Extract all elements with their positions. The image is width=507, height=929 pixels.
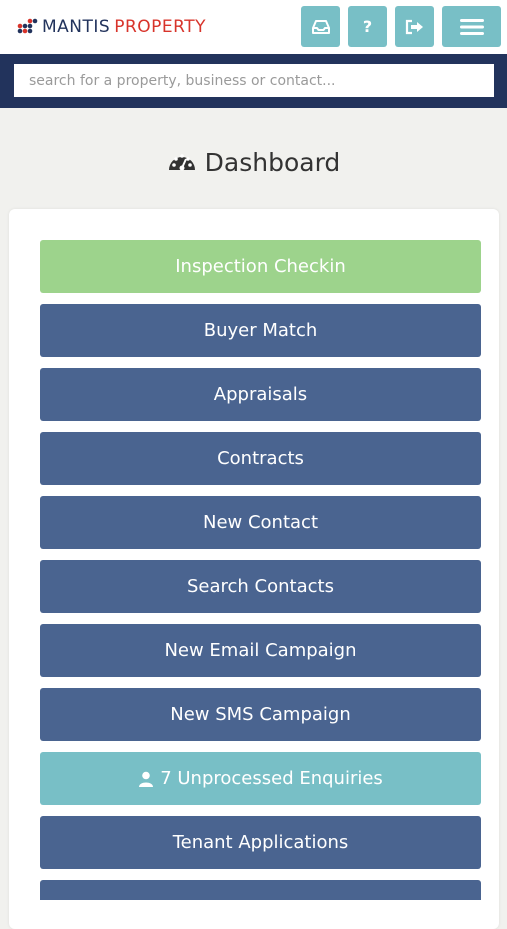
button-label: Inspection Checkin: [175, 256, 346, 277]
menu-button[interactable]: [442, 6, 501, 47]
logout-button[interactable]: [395, 6, 434, 47]
page-title: Dashboard: [0, 142, 507, 182]
button-label: Buyer Match: [203, 320, 318, 341]
help-icon: ?: [362, 17, 373, 36]
button-label: 7 Unprocessed Enquiries: [160, 768, 383, 789]
new-sms-campaign-button[interactable]: New SMS Campaign: [40, 688, 481, 741]
button-label: Tenant Applications: [172, 832, 349, 853]
new-contact-button[interactable]: New Contact: [40, 496, 481, 549]
inspection-checkin-button[interactable]: Inspection Checkin: [40, 240, 481, 293]
mantis-logo-icon: [17, 18, 38, 34]
button-label: New SMS Campaign: [170, 704, 351, 725]
page-title-text: Dashboard: [204, 147, 341, 177]
search-input[interactable]: [14, 64, 494, 97]
buyer-match-button[interactable]: Buyer Match: [40, 304, 481, 357]
button-label: Contracts: [217, 448, 304, 469]
new-email-campaign-button[interactable]: New Email Campaign: [40, 624, 481, 677]
tenant-applications-button[interactable]: Tenant Applications: [40, 816, 481, 869]
search-contacts-button[interactable]: Search Contacts: [40, 560, 481, 613]
inbox-icon: [311, 19, 330, 34]
logout-icon: [405, 19, 423, 34]
button-label: New Contact: [202, 512, 318, 533]
appraisals-button[interactable]: Appraisals: [40, 368, 481, 421]
menu-icon: [459, 18, 484, 35]
button-label: New Email Campaign: [164, 640, 357, 661]
logo-text-mantis: MANTIS: [42, 17, 111, 37]
top-bar: MANTIS PROPERTY ?: [0, 0, 507, 54]
button-label: Search Contacts: [187, 576, 334, 597]
partial-dashboard-button[interactable]: [40, 880, 481, 900]
brand-logo[interactable]: MANTIS PROPERTY: [16, 14, 206, 40]
search-bar: [0, 54, 507, 108]
unprocessed-enquiries-button[interactable]: 7 Unprocessed Enquiries: [40, 752, 481, 805]
user-icon: [139, 771, 154, 787]
logo-text-property: PROPERTY: [114, 17, 206, 37]
contracts-button[interactable]: Contracts: [40, 432, 481, 485]
dashboard-icon: [168, 154, 195, 171]
inbox-button[interactable]: [301, 6, 340, 47]
help-button[interactable]: ?: [348, 6, 387, 47]
button-label: Appraisals: [213, 384, 308, 405]
